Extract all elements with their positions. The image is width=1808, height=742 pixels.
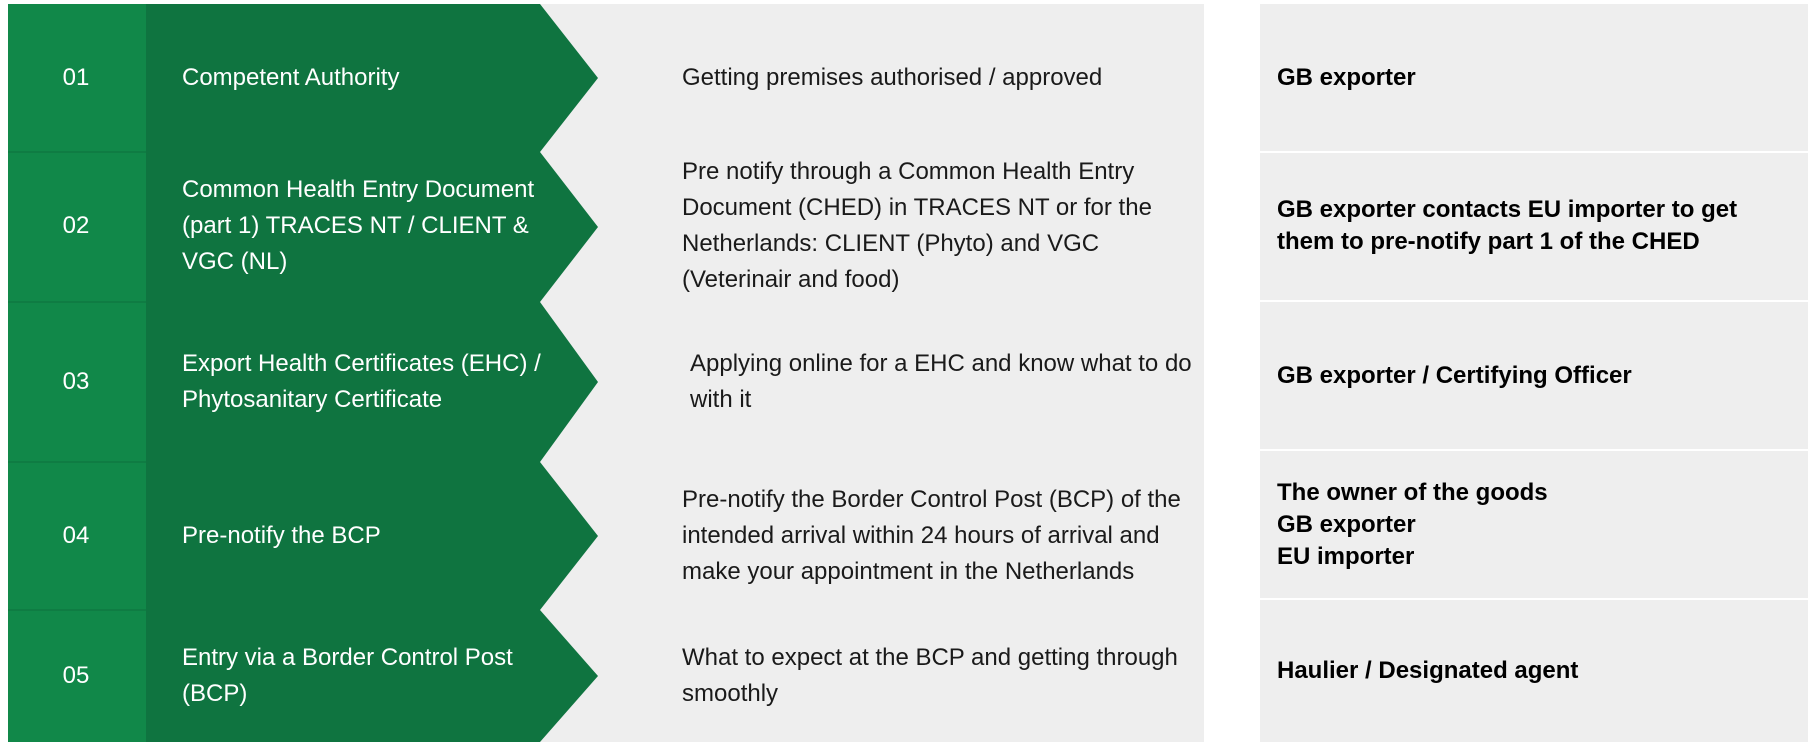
step-title: Export Health Certificates (EHC) / Phyto… — [182, 350, 541, 413]
step-description: What to expect at the BCP and getting th… — [682, 644, 1178, 707]
process-diagram: 01 Competent Authority Getting premises … — [0, 0, 1808, 742]
step-responsible: GB exporter contacts EU importer to get … — [1277, 196, 1738, 255]
step-title: Competent Authority — [182, 64, 400, 91]
step-responsible: GB exporter / Certifying Officer — [1277, 362, 1632, 389]
step-description: Pre notify through a Common Health Entry… — [682, 158, 1152, 293]
step-description: Applying online for a EHC and know what … — [690, 350, 1192, 413]
step-responsible: GB exporter — [1277, 64, 1416, 91]
step-responsible: The owner of the goods GB exporter EU im… — [1277, 479, 1548, 570]
step-description: Getting premises authorised / approved — [682, 64, 1103, 91]
step-number: 05 — [62, 662, 90, 689]
step-number: 04 — [62, 522, 90, 549]
step-number: 03 — [62, 368, 90, 395]
step-title: Pre-notify the BCP — [182, 522, 381, 549]
step-title: Common Health Entry Document (part 1) TR… — [182, 176, 535, 275]
step-number: 02 — [62, 212, 90, 239]
step-title: Entry via a Border Control Post (BCP) — [182, 644, 513, 707]
step-number: 01 — [62, 64, 90, 91]
step-description: Pre-notify the Border Control Post (BCP)… — [682, 486, 1181, 585]
step-responsible: Haulier / Designated agent — [1277, 657, 1579, 684]
